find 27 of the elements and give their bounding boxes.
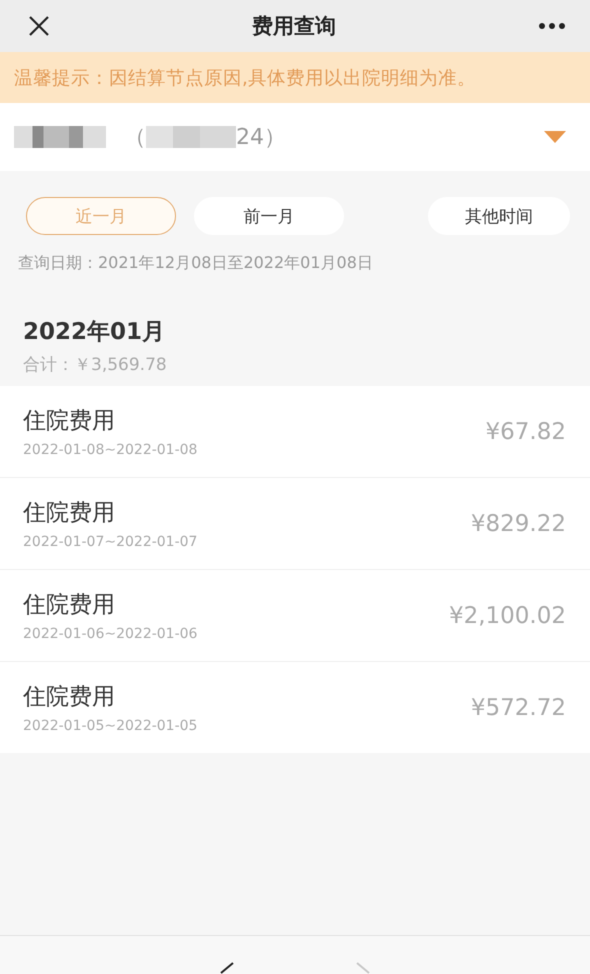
fee-type: 住院费用 <box>23 407 116 436</box>
patient-id-text: 24） <box>236 124 286 152</box>
month-heading: 2022年01月 <box>22 318 166 347</box>
fee-record-row[interactable]: 住院费用 2022-01-05~2022-01-05 ¥572.72 <box>0 662 590 753</box>
period-tab[interactable]: 其他时间 <box>428 197 570 235</box>
fee-amount: ¥2,100.02 <box>448 602 566 628</box>
fee-date-range: 2022-01-05~2022-01-05 <box>23 718 198 734</box>
fee-date-range: 2022-01-08~2022-01-08 <box>23 442 198 458</box>
page-title: 费用查询 <box>252 13 336 40</box>
fee-type: 住院费用 <box>23 591 116 620</box>
fee-amount: ¥829.22 <box>470 510 566 536</box>
fee-record-row[interactable]: 住院费用 2022-01-07~2022-01-07 ¥829.22 <box>0 478 590 569</box>
patient-id-text: （ <box>124 124 146 152</box>
fee-type: 住院费用 <box>23 683 116 712</box>
notice-text: 温馨提示：因结算节点原因,具体费用以出院明细为准。 <box>14 67 476 90</box>
fee-amount: ¥572.72 <box>470 694 566 720</box>
fee-amount: ¥67.82 <box>486 418 566 444</box>
more-icon[interactable] <box>538 22 566 30</box>
month-total: 合计：￥3,569.78 <box>22 354 168 377</box>
query-date-range: 查询日期：2021年12月08日至2022年01月08日 <box>17 252 374 274</box>
fee-record-row[interactable]: 住院费用 2022-01-06~2022-01-06 ¥2,100.02 <box>0 570 590 661</box>
fee-date-range: 2022-01-07~2022-01-07 <box>23 534 198 550</box>
fee-type: 住院费用 <box>23 499 116 528</box>
close-icon[interactable] <box>28 15 50 37</box>
fee-record-row[interactable]: 住院费用 2022-01-08~2022-01-08 ¥67.82 <box>0 386 590 477</box>
fee-date-range: 2022-01-06~2022-01-06 <box>23 626 198 642</box>
period-tab[interactable]: 前一月 <box>194 197 344 235</box>
